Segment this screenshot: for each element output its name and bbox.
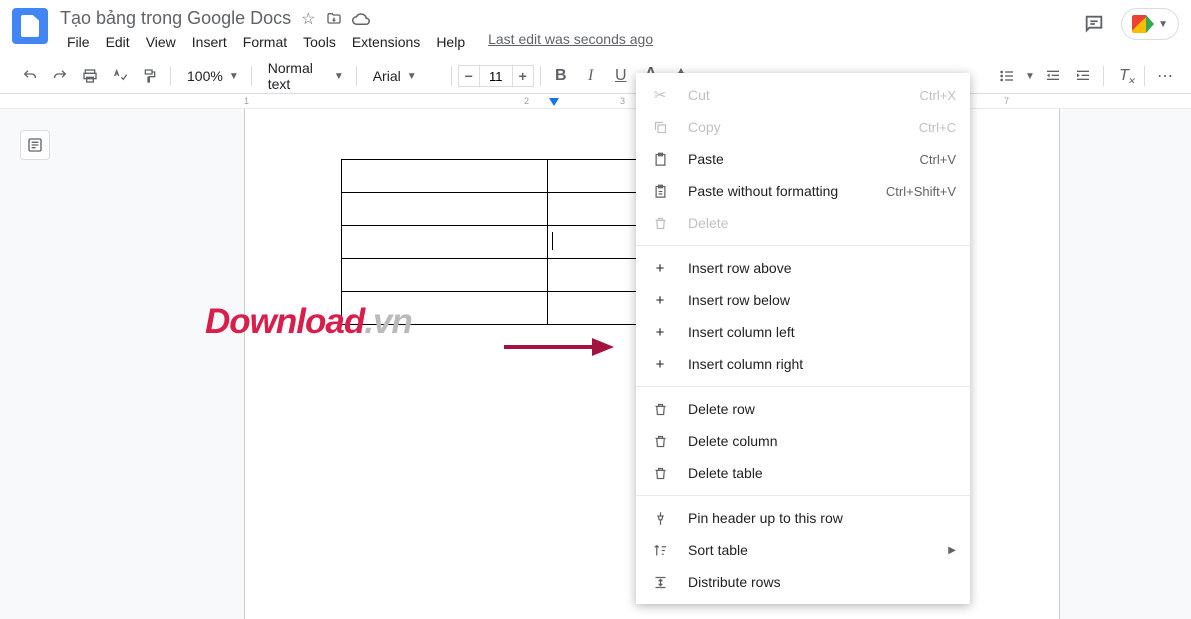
bulleted-list-button[interactable] — [993, 62, 1021, 90]
docs-logo-icon[interactable] — [12, 8, 48, 44]
clear-format-button[interactable]: T✕ — [1110, 62, 1138, 90]
menu-insert-col-right[interactable]: + Insert column right — [636, 348, 970, 380]
app-header: Tạo bảng trong Google Docs ☆ File Edit V… — [0, 0, 1191, 58]
menu-tools[interactable]: Tools — [296, 31, 343, 53]
editor-area: 1 2 3 7 — [0, 94, 1191, 619]
menu-insert-row-below[interactable]: + Insert row below — [636, 284, 970, 316]
menu-cut: ✂ Cut Ctrl+X — [636, 79, 970, 111]
list-dropdown-icon[interactable]: ▼ — [1023, 62, 1037, 90]
outline-toggle-button[interactable] — [20, 130, 50, 160]
paste-icon — [650, 152, 670, 167]
bold-button[interactable]: B — [547, 62, 575, 90]
comments-icon[interactable] — [1083, 13, 1105, 35]
menu-delete-table[interactable]: Delete table — [636, 457, 970, 489]
menu-edit[interactable]: Edit — [99, 31, 137, 53]
copy-icon — [650, 120, 670, 135]
pin-icon — [650, 511, 670, 526]
plus-icon: + — [650, 356, 670, 373]
submenu-arrow-icon: ▶ — [948, 545, 956, 556]
menu-file[interactable]: File — [60, 31, 97, 53]
menu-help[interactable]: Help — [429, 31, 472, 53]
style-select[interactable]: Normal text▼ — [258, 64, 350, 88]
annotation-arrow — [504, 338, 614, 356]
font-size-increase[interactable]: + — [512, 65, 534, 87]
cut-icon: ✂ — [650, 86, 670, 104]
watermark: Download.vn — [205, 302, 412, 342]
sort-icon — [650, 543, 670, 558]
undo-button[interactable] — [16, 62, 44, 90]
menu-distribute-rows[interactable]: Distribute rows — [636, 566, 970, 598]
menu-delete-row[interactable]: Delete row — [636, 393, 970, 425]
italic-button[interactable]: I — [577, 62, 605, 90]
menu-pin-header[interactable]: Pin header up to this row — [636, 502, 970, 534]
star-icon[interactable]: ☆ — [301, 9, 315, 29]
paste-plain-icon — [650, 184, 670, 199]
indent-button[interactable] — [1069, 62, 1097, 90]
font-size-input[interactable] — [480, 65, 512, 87]
cloud-status-icon[interactable] — [352, 12, 370, 26]
ruler-mark: 3 — [620, 96, 625, 106]
plus-icon: + — [650, 324, 670, 341]
font-size-decrease[interactable]: − — [458, 65, 480, 87]
trash-icon — [650, 402, 670, 417]
print-button[interactable] — [76, 62, 104, 90]
plus-icon: + — [650, 292, 670, 309]
zoom-select[interactable]: 100%▼ — [177, 64, 245, 88]
menu-extensions[interactable]: Extensions — [345, 31, 427, 53]
menu-insert[interactable]: Insert — [185, 31, 234, 53]
menu-bar: File Edit View Insert Format Tools Exten… — [60, 31, 1083, 53]
last-edit-link[interactable]: Last edit was seconds ago — [488, 31, 653, 53]
outdent-button[interactable] — [1039, 62, 1067, 90]
redo-button[interactable] — [46, 62, 74, 90]
move-folder-icon[interactable] — [326, 11, 342, 27]
menu-format[interactable]: Format — [236, 31, 294, 53]
font-select[interactable]: Arial▼ — [363, 64, 445, 88]
menu-copy: Copy Ctrl+C — [636, 111, 970, 143]
more-button[interactable]: ⋯ — [1151, 62, 1179, 90]
trash-icon — [650, 466, 670, 481]
document-title[interactable]: Tạo bảng trong Google Docs — [60, 8, 291, 29]
context-menu: ✂ Cut Ctrl+X Copy Ctrl+C Paste Ctrl+V Pa… — [636, 73, 970, 604]
meet-button[interactable]: ▼ — [1121, 8, 1179, 40]
font-size-control: − + — [458, 65, 534, 87]
format-paint-button[interactable] — [136, 62, 164, 90]
menu-view[interactable]: View — [139, 31, 183, 53]
plus-icon: + — [650, 260, 670, 277]
toolbar: 100%▼ Normal text▼ Arial▼ − + B I U A ▼ … — [0, 58, 1191, 94]
text-cursor — [552, 232, 553, 250]
menu-paste[interactable]: Paste Ctrl+V — [636, 143, 970, 175]
menu-delete-column[interactable]: Delete column — [636, 425, 970, 457]
ruler-mark: 1 — [244, 96, 249, 106]
ruler[interactable]: 1 2 3 7 — [0, 94, 1191, 109]
menu-insert-col-left[interactable]: + Insert column left — [636, 316, 970, 348]
menu-delete: Delete — [636, 207, 970, 239]
menu-sort-table[interactable]: Sort table ▶ — [636, 534, 970, 566]
menu-paste-plain[interactable]: Paste without formatting Ctrl+Shift+V — [636, 175, 970, 207]
meet-icon — [1132, 15, 1154, 33]
menu-insert-row-above[interactable]: + Insert row above — [636, 252, 970, 284]
spellcheck-button[interactable] — [106, 62, 134, 90]
ruler-indent-marker[interactable] — [548, 98, 560, 108]
trash-icon — [650, 216, 670, 231]
trash-icon — [650, 434, 670, 449]
ruler-mark: 7 — [1004, 96, 1009, 106]
ruler-mark: 2 — [524, 96, 529, 106]
distribute-rows-icon — [650, 575, 670, 590]
underline-button[interactable]: U — [607, 62, 635, 90]
